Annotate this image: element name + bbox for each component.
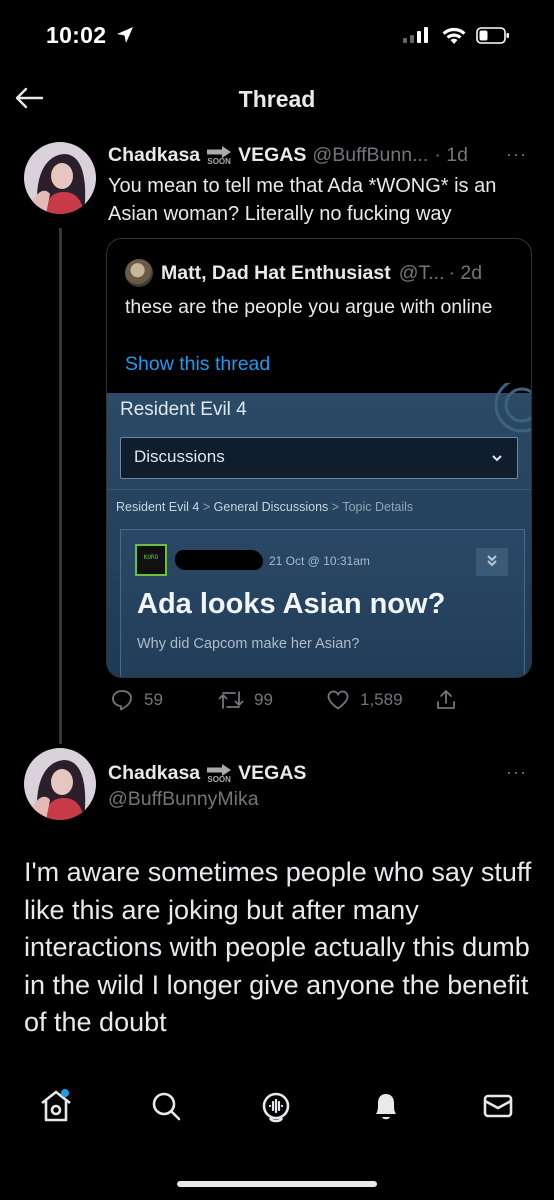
wifi-icon xyxy=(442,27,466,44)
home-icon[interactable] xyxy=(36,1086,76,1126)
reply-button[interactable]: 59 xyxy=(110,688,163,712)
author-name-suffix[interactable]: VEGAS xyxy=(238,762,306,785)
reply-count: 59 xyxy=(144,690,163,709)
retweet-button[interactable]: 99 xyxy=(218,688,273,712)
post-title: Ada looks Asian now? xyxy=(137,588,446,620)
like-button[interactable]: 1,589 xyxy=(326,688,403,712)
quoted-media-image[interactable]: Resident Evil 4 Discussions Resident Evi… xyxy=(107,383,531,677)
quoted-author-name: Matt, Dad Hat Enthusiast xyxy=(161,261,391,284)
tweet-actions: 59 99 1,589 xyxy=(106,688,530,714)
author-name[interactable]: Chadkasa xyxy=(108,762,200,785)
right-arrow-icon xyxy=(207,763,232,776)
like-count: 1,589 xyxy=(360,690,403,709)
tweet-author-line[interactable]: Chadkasa SOON VEGAS xyxy=(108,762,306,785)
heart-icon xyxy=(327,690,349,710)
post-subtitle: Why did Capcom make her Asian? xyxy=(137,636,360,652)
poster-avatar: KURO xyxy=(135,544,167,576)
quoted-tweet-text: these are the people you argue with onli… xyxy=(125,296,493,318)
notifications-icon[interactable] xyxy=(366,1086,406,1126)
soon-arrow-badge: SOON xyxy=(206,145,232,166)
cellular-signal-icon xyxy=(403,27,433,43)
divider xyxy=(107,489,531,490)
avatar[interactable] xyxy=(24,142,96,214)
discussion-post-card: KURO 21 Oct @ 10:31am Ada looks Asian no… xyxy=(120,529,525,677)
double-chevron-down-icon xyxy=(487,555,497,567)
battery-icon xyxy=(476,27,509,44)
more-options-icon[interactable]: ··· xyxy=(506,762,527,783)
location-arrow-icon xyxy=(117,27,133,43)
post-date: 21 Oct @ 10:31am xyxy=(269,554,370,568)
author-name-suffix[interactable]: VEGAS xyxy=(238,144,306,167)
author-name[interactable]: Chadkasa xyxy=(108,144,200,167)
soon-arrow-badge: SOON xyxy=(206,763,232,784)
breadcrumb-item: General Discussions xyxy=(213,500,329,514)
breadcrumb-item: Topic Details xyxy=(342,500,414,514)
retweet-count: 99 xyxy=(254,690,273,709)
breadcrumb: Resident Evil 4 > General Discussions > … xyxy=(116,500,414,514)
tweet-text: I'm aware sometimes people who say stuff… xyxy=(24,857,532,1037)
page-title: Thread xyxy=(238,86,316,112)
chevron-down-icon xyxy=(492,455,502,462)
game-title: Resident Evil 4 xyxy=(120,399,247,420)
author-handle[interactable]: @BuffBunn... xyxy=(312,144,428,167)
avatar[interactable] xyxy=(24,748,96,820)
tweet-author-line[interactable]: Chadkasa SOON VEGAS @BuffBunn... · 1d xyxy=(108,144,468,167)
search-icon[interactable] xyxy=(146,1086,186,1126)
author-handle[interactable]: @BuffBunnyMika xyxy=(108,788,259,811)
quoted-author-line: Matt, Dad Hat Enthusiast @T... · 2d xyxy=(125,259,482,287)
thread-connector-line xyxy=(59,228,62,744)
expand-button xyxy=(476,548,508,576)
breadcrumb-item: Resident Evil 4 xyxy=(116,500,200,514)
quoted-tweet-time: · 2d xyxy=(448,261,483,284)
bottom-tab-bar xyxy=(0,1086,554,1146)
more-options-icon[interactable]: ··· xyxy=(506,144,527,165)
spaces-icon[interactable] xyxy=(256,1086,296,1126)
status-time: 10:02 xyxy=(46,22,107,48)
quoted-avatar xyxy=(125,259,153,287)
tweet-text: You mean to tell me that Ada *WONG* is a… xyxy=(108,175,497,225)
retweet-icon xyxy=(218,691,244,709)
messages-icon[interactable] xyxy=(478,1086,518,1126)
decorative-rings xyxy=(494,383,531,433)
tweet-time[interactable]: · 1d xyxy=(434,144,468,167)
reply-icon xyxy=(112,690,132,711)
notification-dot xyxy=(61,1089,69,1097)
discussions-dropdown: Discussions xyxy=(120,437,518,479)
quoted-tweet[interactable]: Matt, Dad Hat Enthusiast @T... · 2d thes… xyxy=(106,238,532,678)
dropdown-value: Discussions xyxy=(134,447,225,466)
quoted-author-handle: @T... xyxy=(398,261,445,284)
share-icon[interactable] xyxy=(434,688,458,712)
show-thread-link[interactable]: Show this thread xyxy=(125,353,270,376)
home-indicator[interactable] xyxy=(177,1181,377,1187)
right-arrow-icon xyxy=(207,145,232,158)
redaction-scribble xyxy=(175,550,263,570)
